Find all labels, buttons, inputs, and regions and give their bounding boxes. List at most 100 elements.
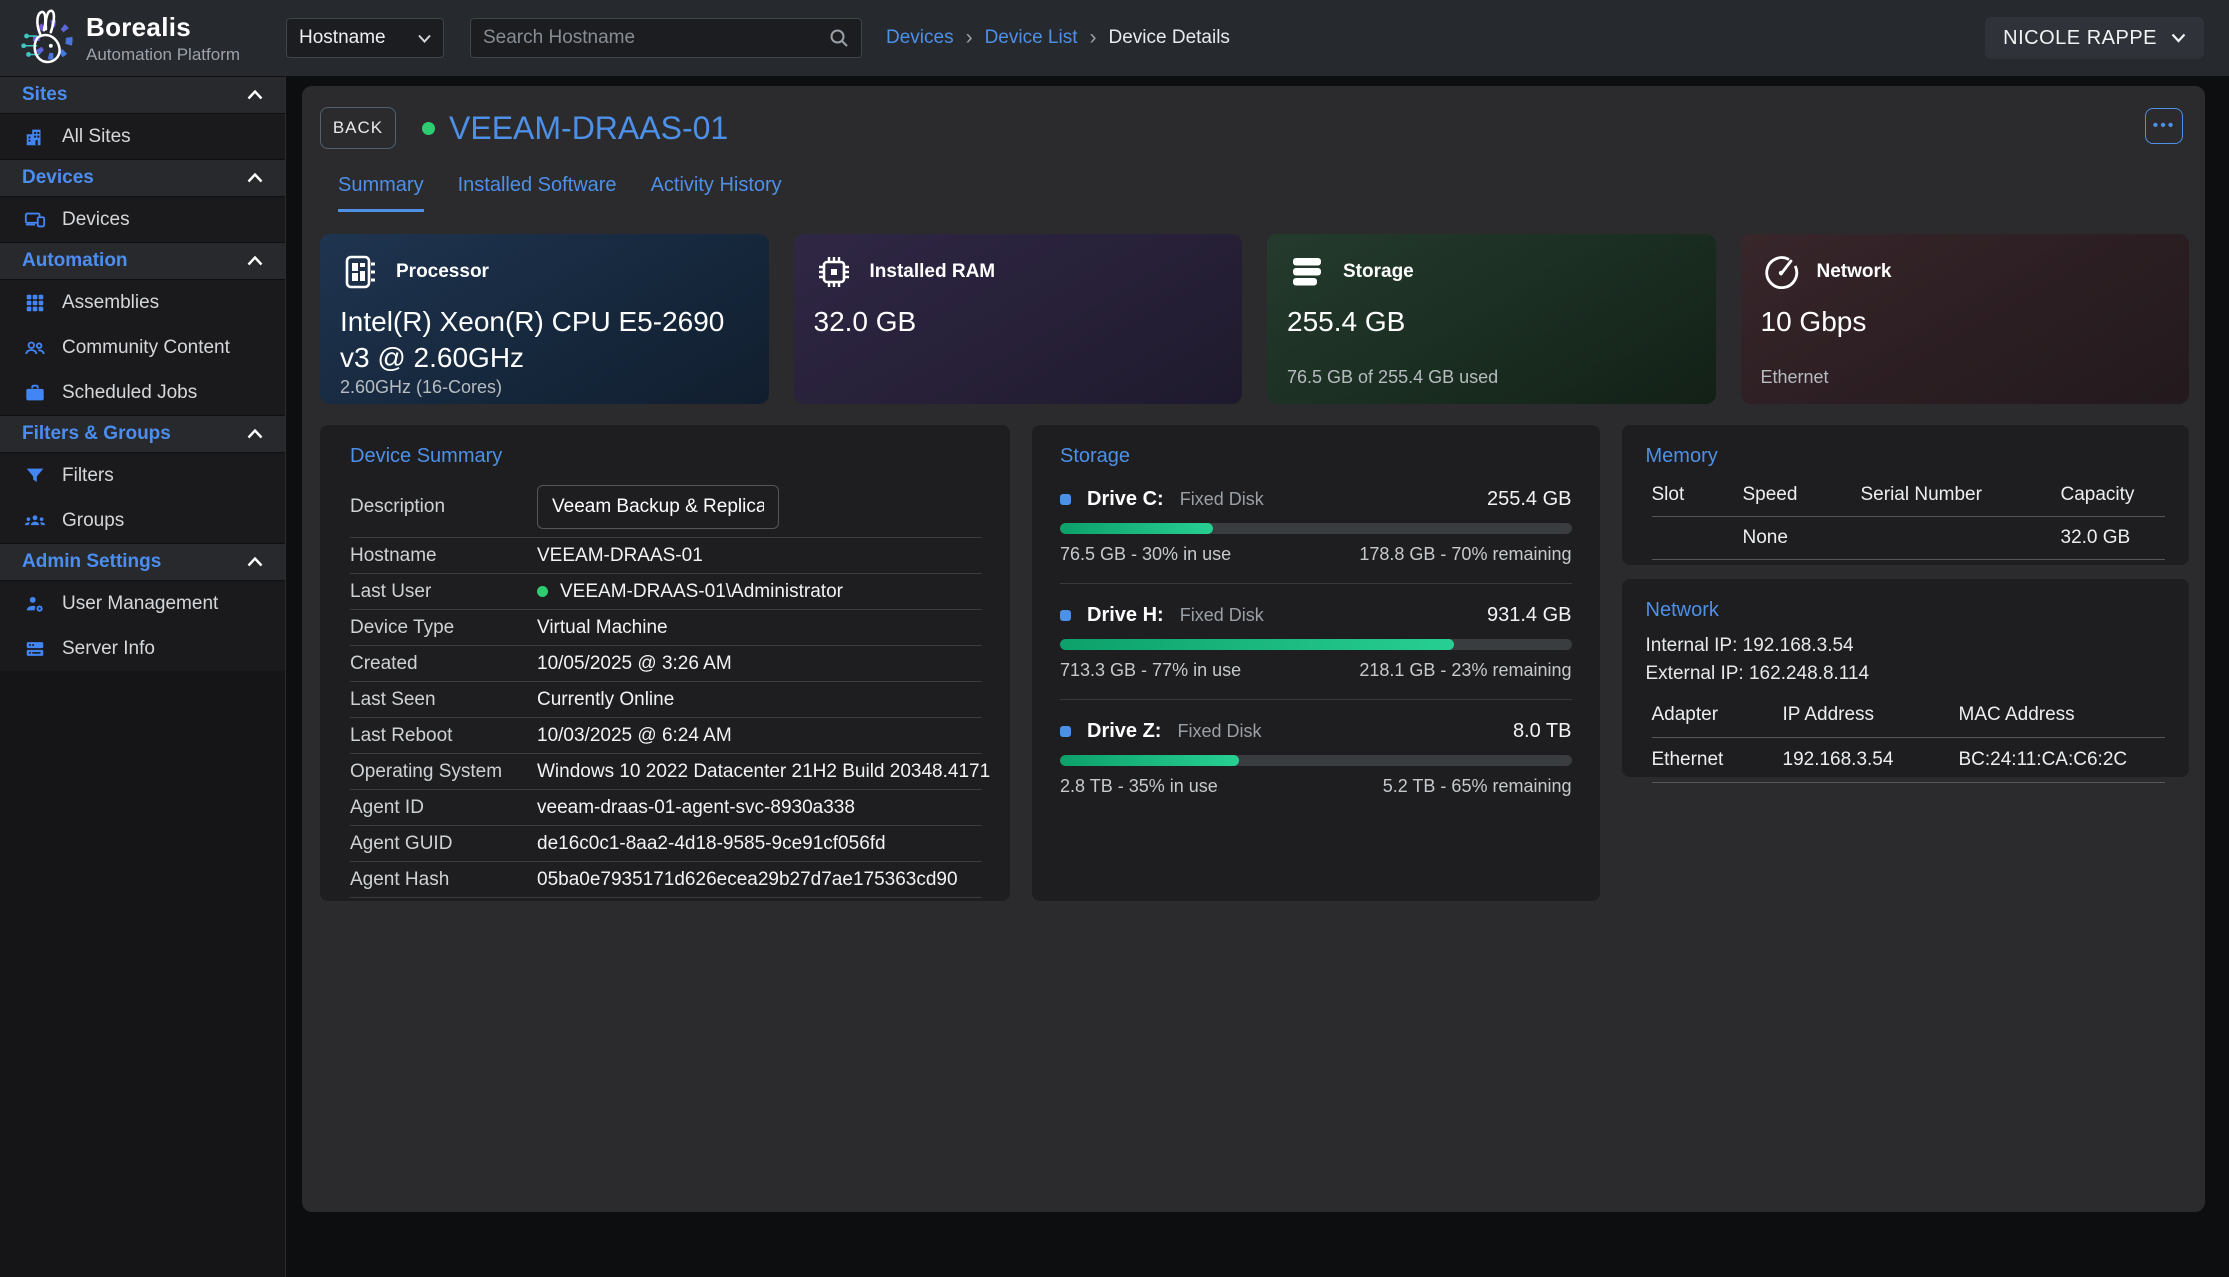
drive-type: Fixed Disk [1180, 605, 1264, 626]
summary-row-last-user: Last User VEEAM-DRAAS-01\Administrator [350, 574, 982, 610]
row-label: Agent ID [350, 797, 537, 819]
processor-footer: 2.60GHz (16-Cores) [340, 377, 749, 398]
sidebar-section-devices[interactable]: Devices [0, 159, 285, 197]
breadcrumb-devices[interactable]: Devices [886, 27, 954, 49]
chevron-up-icon [247, 557, 263, 567]
back-button[interactable]: BACK [320, 107, 396, 149]
device-summary-panel: Device Summary Description Hostname VEEA… [320, 425, 1010, 901]
chevron-up-icon [247, 429, 263, 439]
drive-usage-bar [1060, 523, 1572, 534]
tab-summary[interactable]: Summary [338, 174, 424, 212]
tab-activity-history[interactable]: Activity History [651, 174, 782, 212]
sidebar-item-label: User Management [62, 593, 218, 615]
sidebar-section-automation[interactable]: Automation [0, 242, 285, 280]
search-icon [829, 28, 849, 48]
sidebar-item-scheduled-jobs[interactable]: Scheduled Jobs [0, 370, 285, 415]
sidebar-item-groups[interactable]: Groups [0, 498, 285, 543]
chevron-down-icon [2171, 33, 2186, 43]
processor-value: Intel(R) Xeon(R) CPU E5-2690 v3 @ 2.60GH… [340, 304, 749, 377]
storage-panel-title: Storage [1032, 425, 1600, 468]
row-label: Last Reboot [350, 725, 537, 747]
online-status-dot [537, 586, 548, 597]
sidebar-item-community-content[interactable]: Community Content [0, 325, 285, 370]
sidebar-item-all-sites[interactable]: All Sites [0, 114, 285, 159]
brand-name: Borealis [86, 12, 240, 43]
row-value: 10/03/2025 @ 6:24 AM [537, 725, 732, 747]
card-title: Network [1817, 261, 1892, 283]
drive-name: Drive H: [1087, 604, 1164, 627]
summary-row-last-reboot: Last Reboot 10/03/2025 @ 6:24 AM [350, 718, 982, 754]
tab-bar: Summary Installed Software Activity Hist… [338, 174, 2189, 212]
sidebar-section-label: Automation [22, 250, 128, 272]
hostname-filter-select[interactable]: Hostname [286, 18, 444, 58]
summary-row-description: Description [350, 476, 982, 538]
people-icon [24, 337, 46, 359]
sidebar-item-label: Server Info [62, 638, 155, 660]
row-value: Currently Online [537, 689, 674, 711]
user-name: NICOLE RAPPE [2003, 27, 2157, 50]
device-summary-title: Device Summary [320, 425, 1010, 468]
drive-used-text: 713.3 GB - 77% in use [1060, 660, 1241, 681]
drive-bullet-icon [1060, 494, 1071, 505]
storage-value: 255.4 GB [1287, 304, 1696, 340]
sidebar-item-user-management[interactable]: User Management [0, 581, 285, 626]
drive-used-text: 76.5 GB - 30% in use [1060, 544, 1231, 565]
more-actions-button[interactable]: ••• [2145, 108, 2183, 144]
sidebar-item-assemblies[interactable]: Assemblies [0, 280, 285, 325]
drive-usage-bar [1060, 639, 1572, 650]
server-icon [24, 638, 46, 660]
caret-down-icon [418, 34, 431, 43]
memory-header-serial: Serial Number [1861, 474, 2061, 516]
summary-row-hostname: Hostname VEEAM-DRAAS-01 [350, 538, 982, 574]
drive-type: Fixed Disk [1177, 721, 1261, 742]
breadcrumb: Devices › Device List › Device Details [886, 26, 1230, 50]
drive-remaining-text: 178.8 GB - 70% remaining [1359, 544, 1571, 565]
internal-ip: Internal IP: 192.168.3.54 [1646, 632, 2190, 660]
breadcrumb-device-list[interactable]: Device List [985, 27, 1078, 49]
row-value: de16c0c1-8aa2-4d18-9585-9ce91cf056fd [537, 833, 886, 855]
sidebar-item-filters[interactable]: Filters [0, 453, 285, 498]
row-label: Agent GUID [350, 833, 537, 855]
sidebar-section-filters-groups[interactable]: Filters & Groups [0, 415, 285, 453]
network-cell-adapter: Ethernet [1652, 738, 1783, 782]
sidebar-item-label: Assemblies [62, 292, 159, 314]
chevron-up-icon [247, 173, 263, 183]
brand-logo: Borealis Automation Platform [14, 7, 282, 69]
card-title: Processor [396, 261, 489, 283]
network-value: 10 Gbps [1761, 304, 2170, 340]
network-footer: Ethernet [1761, 367, 2170, 388]
network-panel-title: Network [1622, 579, 2190, 622]
summary-row-agent-hash: Agent Hash 05ba0e7935171d626ecea29b27d7a… [350, 862, 982, 898]
tab-installed-software[interactable]: Installed Software [458, 174, 617, 212]
summary-row-agent-guid: Agent GUID de16c0c1-8aa2-4d18-9585-9ce91… [350, 826, 982, 862]
description-input[interactable] [537, 485, 779, 529]
search-input[interactable] [483, 27, 829, 49]
brand-subtitle: Automation Platform [86, 45, 240, 65]
memory-cell-speed: None [1743, 517, 1861, 559]
breadcrumb-separator-icon: › [966, 26, 973, 50]
sidebar-section-sites[interactable]: Sites [0, 76, 285, 114]
sidebar-item-server-info[interactable]: Server Info [0, 626, 285, 671]
user-menu-button[interactable]: NICOLE RAPPE [1985, 17, 2204, 59]
ram-chip-icon [814, 252, 854, 292]
row-label: Agent Hash [350, 869, 537, 891]
sidebar-section-admin-settings[interactable]: Admin Settings [0, 543, 285, 581]
row-label: Last Seen [350, 689, 537, 711]
storage-panel: Storage Drive C: Fixed Disk 255.4 GB 76.… [1032, 425, 1600, 901]
row-label: Operating System [350, 761, 537, 783]
row-value: veeam-draas-01-agent-svc-8930a338 [537, 797, 855, 819]
drive-name: Drive Z: [1087, 720, 1161, 743]
memory-panel-title: Memory [1622, 425, 2190, 468]
sidebar-item-label: All Sites [62, 126, 131, 148]
storage-footer: 76.5 GB of 255.4 GB used [1287, 367, 1696, 388]
installed-ram-card: Installed RAM 32.0 GB [794, 234, 1243, 404]
summary-row-device-type: Device Type Virtual Machine [350, 610, 982, 646]
sidebar-item-devices[interactable]: Devices [0, 197, 285, 242]
processor-card: Processor Intel(R) Xeon(R) CPU E5-2690 v… [320, 234, 769, 404]
network-header-adapter: Adapter [1652, 693, 1783, 737]
sidebar-item-label: Community Content [62, 337, 230, 359]
right-column: Memory Slot Speed Serial Number Capacity… [1622, 425, 2190, 777]
hostname-filter-label: Hostname [299, 27, 386, 49]
row-label: Description [350, 496, 537, 518]
device-header: BACK VEEAM-DRAAS-01 ••• [320, 106, 2189, 150]
